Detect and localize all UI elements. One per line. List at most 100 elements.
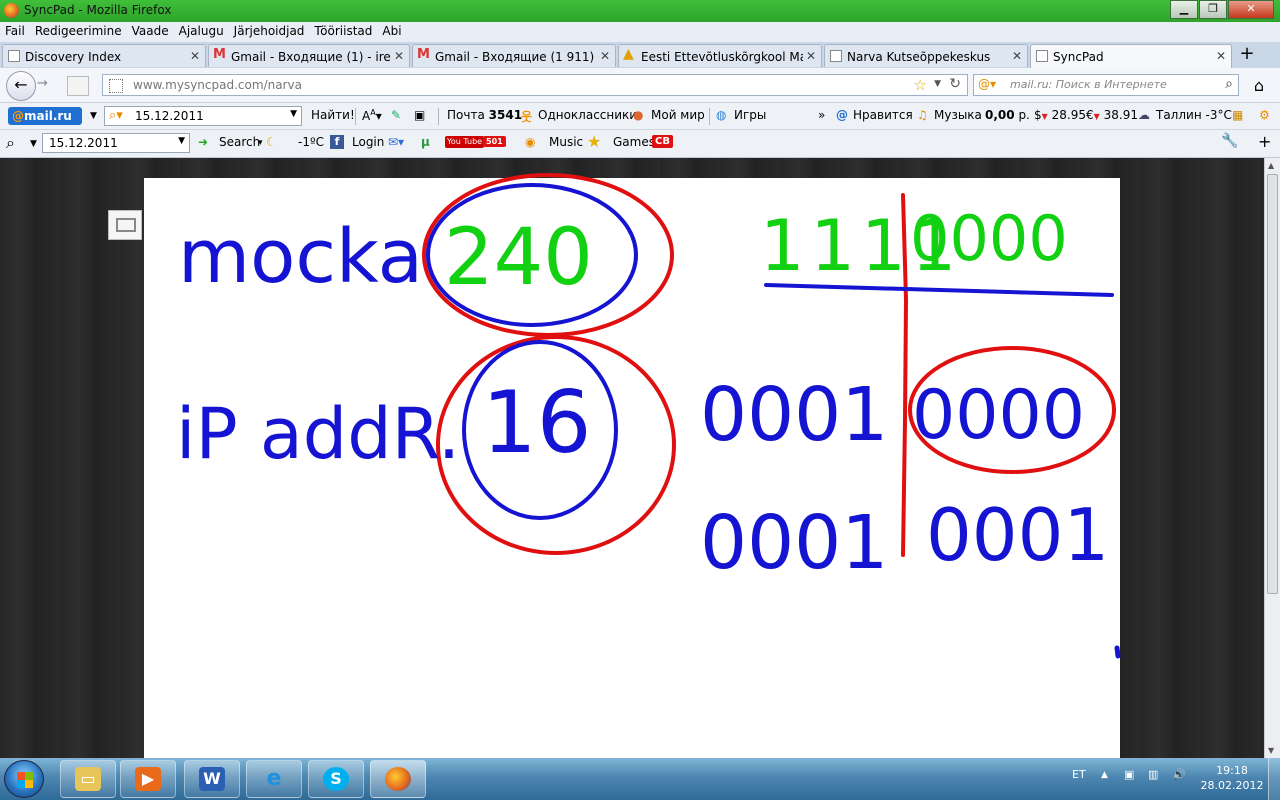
tab-narva-kutseoppekeskus[interactable]: Narva Kutseõppekeskus ✕ bbox=[824, 44, 1028, 67]
taskbar-word[interactable]: W bbox=[184, 760, 240, 798]
network-icon[interactable]: ▥ bbox=[1148, 768, 1158, 781]
start-button[interactable] bbox=[4, 760, 44, 798]
mail-envelope-icon[interactable]: ✉▾ bbox=[388, 135, 404, 149]
scroll-down-icon[interactable]: ▼ bbox=[1268, 746, 1274, 755]
search-button[interactable]: Search bbox=[219, 135, 260, 149]
menu-bookmarks[interactable]: Järjehoidjad bbox=[229, 22, 310, 38]
highlighter-icon[interactable]: ✎ bbox=[391, 108, 401, 122]
tab-gmail-1[interactable]: M Gmail - Входящие (1) - irena... ✕ bbox=[208, 44, 410, 67]
tab-syncpad[interactable]: SyncPad ✕ bbox=[1030, 44, 1232, 68]
menu-view[interactable]: Vaade bbox=[127, 22, 174, 38]
back-button[interactable]: ← bbox=[6, 71, 36, 101]
mailru-logo[interactable]: @mail.ru bbox=[8, 107, 82, 125]
menu-help[interactable]: Abi bbox=[377, 22, 406, 38]
tray-expand-icon[interactable]: ▲ bbox=[1101, 770, 1108, 780]
minimize-button[interactable]: ▁ bbox=[1170, 0, 1198, 19]
date-value[interactable]: 15.12.2011 bbox=[49, 136, 118, 150]
tab-close-icon[interactable]: ✕ bbox=[394, 49, 404, 63]
odnoklassniki-link[interactable]: Одноклассники bbox=[538, 108, 637, 122]
add-icon[interactable]: + bbox=[1258, 132, 1271, 151]
tab-close-icon[interactable]: ✕ bbox=[1216, 49, 1226, 63]
taskbar-explorer[interactable]: ▭ bbox=[60, 760, 116, 798]
usd-rate[interactable]: $▼ 28.95 bbox=[1034, 108, 1086, 122]
reload-icon[interactable]: ↻ bbox=[949, 76, 961, 92]
date-combo[interactable]: 15.12.2011 ▼ bbox=[42, 133, 190, 153]
menu-tools[interactable]: Tööriistad bbox=[309, 22, 377, 38]
balance[interactable]: 0,00 р. bbox=[985, 108, 1030, 122]
bar-chart-icon[interactable] bbox=[67, 76, 89, 96]
url-text[interactable]: www.mysyncpad.com/narva bbox=[133, 78, 302, 92]
find-button[interactable]: Найти! bbox=[311, 108, 355, 122]
search-dropdown-icon[interactable]: ▾ bbox=[258, 138, 263, 148]
taskbar-media-player[interactable]: ▶ bbox=[120, 760, 176, 798]
search-icon[interactable]: ⌕ bbox=[6, 133, 15, 153]
search-dropdown-icon[interactable]: ▼ bbox=[30, 139, 37, 149]
my-world-link[interactable]: Мой мир bbox=[651, 108, 705, 122]
taskbar-skype[interactable]: S bbox=[308, 760, 364, 798]
youtube-icon[interactable]: You Tube bbox=[445, 133, 485, 148]
facebook-icon[interactable]: f bbox=[330, 134, 344, 149]
map-icon[interactable]: ▦ bbox=[1232, 108, 1243, 122]
cb-icon[interactable]: CB bbox=[652, 133, 673, 148]
font-size-icon[interactable]: AA▾ bbox=[362, 108, 382, 123]
scroll-up-icon[interactable]: ▲ bbox=[1268, 161, 1274, 170]
tab-label: Narva Kutseõppekeskus bbox=[847, 50, 991, 64]
search-box[interactable]: @▾ mail.ru: Поиск в Интернете ⌕ bbox=[973, 74, 1239, 96]
whiteboard-canvas[interactable] bbox=[144, 178, 1120, 758]
firefox-icon bbox=[4, 3, 19, 18]
music-link[interactable]: Музыка bbox=[934, 108, 982, 122]
chevron-down-icon[interactable]: ▼ bbox=[290, 109, 297, 119]
maximize-button[interactable]: ❐ bbox=[1199, 0, 1227, 19]
games-link[interactable]: Игры bbox=[734, 108, 766, 122]
tab-close-icon[interactable]: ✕ bbox=[806, 49, 816, 63]
forward-button[interactable]: → bbox=[37, 76, 57, 94]
tab-discovery-index[interactable]: Discovery Index ✕ bbox=[2, 44, 206, 67]
scroll-thumb[interactable] bbox=[1267, 174, 1278, 594]
weather-link[interactable]: Таллин -3°C bbox=[1156, 108, 1232, 122]
temperature[interactable]: -1ºC bbox=[298, 135, 324, 149]
taskbar-firefox[interactable] bbox=[370, 760, 426, 798]
volume-icon[interactable]: 🔊 bbox=[1172, 768, 1186, 781]
more-chevron[interactable]: » bbox=[818, 108, 825, 122]
language-indicator[interactable]: ET bbox=[1072, 768, 1086, 781]
new-tab-button[interactable]: + bbox=[1236, 44, 1258, 66]
wrench-icon[interactable]: 🔧 bbox=[1221, 133, 1238, 149]
menu-history[interactable]: Ajalugu bbox=[174, 22, 229, 38]
login-link[interactable]: Login bbox=[352, 135, 384, 149]
date-search-combo[interactable]: ⌕▾ 15.12.2011 ▼ bbox=[104, 106, 302, 126]
tab-gmail-2[interactable]: M Gmail - Входящие (1 911) - p... ✕ bbox=[412, 44, 616, 67]
eur-rate[interactable]: €▼ 38.91 bbox=[1086, 108, 1138, 122]
menu-edit[interactable]: Redigeerimine bbox=[30, 22, 127, 38]
vertical-scrollbar[interactable]: ▲ ▼ bbox=[1264, 158, 1280, 758]
taskbar-internet-explorer[interactable]: e bbox=[246, 760, 302, 798]
menu-file[interactable]: Fail bbox=[0, 22, 30, 38]
bookmark-star-icon[interactable]: ☆ bbox=[914, 76, 927, 94]
logo-dropdown-icon[interactable]: ▼ bbox=[90, 111, 97, 121]
games-link[interactable]: Games bbox=[613, 135, 655, 149]
tab-close-icon[interactable]: ✕ bbox=[190, 49, 200, 63]
radio-icon[interactable]: 501 bbox=[483, 133, 506, 147]
settings-gear-icon[interactable]: ⚙ bbox=[1259, 108, 1270, 122]
screenshot-icon[interactable]: ▣ bbox=[414, 108, 425, 122]
chevron-down-icon[interactable]: ▼ bbox=[178, 136, 185, 146]
search-arrow-icon[interactable]: ➜ bbox=[198, 135, 208, 149]
url-dropdown-icon[interactable]: ▼ bbox=[934, 79, 941, 89]
search-icon[interactable]: ⌕ bbox=[1225, 76, 1233, 92]
address-bar[interactable]: www.mysyncpad.com/narva ☆ ▼ ↻ bbox=[102, 74, 968, 96]
music-link[interactable]: Music bbox=[549, 135, 583, 149]
tray-device-icon[interactable]: ▣ bbox=[1124, 768, 1134, 781]
mail-link[interactable]: Почта 3541 bbox=[447, 108, 522, 122]
tab-eesti-ettevotluskorgkool[interactable]: ▲ Eesti Ettevõtluskõrgkool Mai... ✕ bbox=[618, 44, 822, 67]
like-link[interactable]: Нравится bbox=[853, 108, 913, 122]
tab-close-icon[interactable]: ✕ bbox=[1012, 49, 1022, 63]
odnoklassniki-icon: 웃 bbox=[521, 110, 533, 124]
presentation-icon[interactable] bbox=[108, 210, 142, 240]
utorrent-icon[interactable]: µ bbox=[421, 135, 430, 149]
search-engine-icon[interactable]: @▾ bbox=[978, 77, 996, 91]
date-value[interactable]: 15.12.2011 bbox=[135, 109, 204, 123]
close-button[interactable]: ✕ bbox=[1228, 0, 1274, 19]
home-icon[interactable]: ⌂ bbox=[1248, 76, 1270, 95]
show-desktop-button[interactable] bbox=[1268, 758, 1280, 800]
system-clock[interactable]: 19:18 28.02.2012 bbox=[1200, 763, 1264, 793]
tab-close-icon[interactable]: ✕ bbox=[600, 49, 610, 63]
